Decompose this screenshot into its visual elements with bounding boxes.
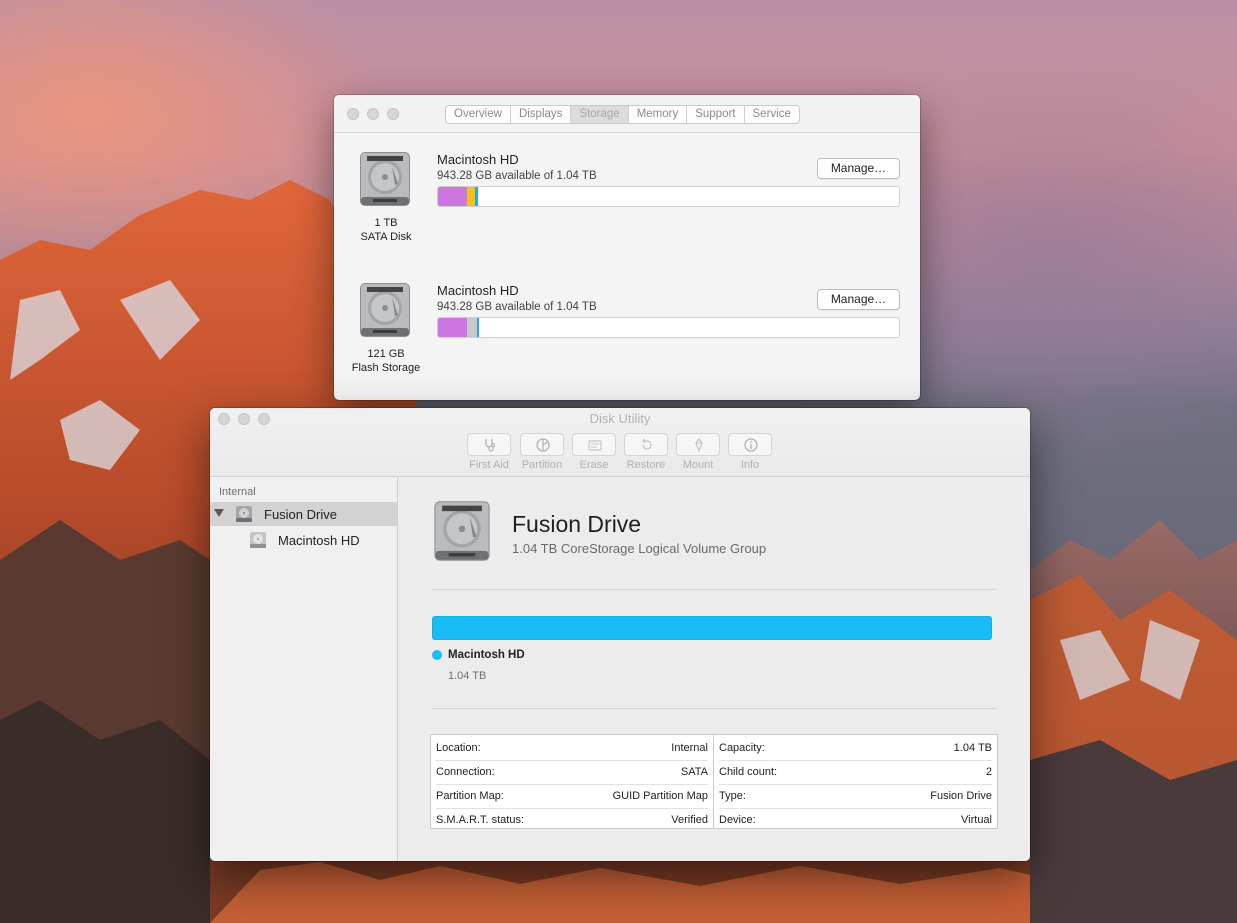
info-value: Fusion Drive bbox=[930, 790, 992, 802]
info-label: Capacity: bbox=[719, 742, 765, 754]
storage-disk-row: 1 TB SATA Disk Macintosh HD 943.28 GB av… bbox=[334, 145, 920, 265]
usage-segment bbox=[467, 187, 475, 206]
minimize-button[interactable] bbox=[367, 108, 379, 120]
restore-icon bbox=[642, 438, 652, 450]
info-value: GUID Partition Map bbox=[612, 790, 708, 802]
info-row-capacity: Capacity: 1.04 TB bbox=[719, 737, 992, 761]
window-title: Disk Utility bbox=[589, 411, 651, 426]
info-row-location: Location: Internal bbox=[436, 737, 708, 761]
volume-available: 943.28 GB available of 1.04 TB bbox=[437, 170, 597, 182]
info-value: Internal bbox=[671, 742, 708, 754]
info-label: Location: bbox=[436, 742, 481, 754]
disclosure-triangle-icon[interactable] bbox=[214, 509, 224, 517]
usage-segment bbox=[467, 318, 478, 337]
disk-type-label: SATA Disk bbox=[360, 231, 412, 243]
sidebar-item-label: Fusion Drive bbox=[264, 507, 337, 522]
info-label: Child count: bbox=[719, 766, 778, 778]
about-this-mac-window: Overview Displays Storage Memory Support… bbox=[334, 95, 920, 400]
info-button[interactable]: Info bbox=[728, 433, 772, 473]
storage-usage-bar bbox=[437, 186, 900, 207]
manage-button[interactable]: Manage… bbox=[817, 158, 900, 179]
storage-disk-row: 121 GB Flash Storage Macintosh HD 943.28… bbox=[334, 276, 920, 396]
zoom-button[interactable] bbox=[387, 108, 399, 120]
info-row-type: Type: Fusion Drive bbox=[719, 785, 992, 809]
tab-service[interactable]: Service bbox=[745, 106, 799, 123]
info-row-smart-status: S.M.A.R.T. status: Verified bbox=[436, 809, 708, 833]
usage-segment bbox=[474, 187, 478, 206]
disk-utility-window: Disk Utility First Aid Partition Erase R… bbox=[210, 408, 1030, 861]
sidebar-section-internal: Internal bbox=[219, 486, 256, 498]
divider bbox=[431, 708, 997, 709]
stethoscope-icon bbox=[485, 439, 495, 452]
tab-memory[interactable]: Memory bbox=[629, 106, 688, 123]
hard-drive-icon bbox=[360, 283, 410, 337]
device-title: Fusion Drive bbox=[512, 511, 642, 537]
info-label: Type: bbox=[719, 790, 746, 802]
divider bbox=[431, 589, 997, 590]
disk-type-label: Flash Storage bbox=[351, 362, 421, 374]
info-column-left: Location: Internal Connection: SATA Part… bbox=[431, 735, 714, 828]
info-value: Verified bbox=[671, 814, 708, 826]
about-titlebar: Overview Displays Storage Memory Support… bbox=[334, 95, 920, 133]
info-value: SATA bbox=[680, 766, 708, 778]
first-aid-button[interactable]: First Aid bbox=[467, 433, 511, 473]
legend-volume-size: 1.04 TB bbox=[448, 670, 487, 682]
info-label: Connection: bbox=[436, 766, 495, 778]
hard-drive-icon bbox=[360, 152, 410, 206]
info-row-connection: Connection: SATA bbox=[436, 761, 708, 785]
info-label: Device: bbox=[719, 814, 756, 826]
info-row-child-count: Child count: 2 bbox=[719, 761, 992, 785]
mount-button[interactable]: Mount bbox=[676, 433, 720, 473]
hard-drive-icon bbox=[236, 506, 252, 522]
erase-button[interactable]: Erase bbox=[572, 433, 616, 473]
legend-color-dot bbox=[432, 650, 442, 660]
info-row-partition-map: Partition Map: GUID Partition Map bbox=[436, 785, 708, 809]
usage-segment bbox=[438, 187, 468, 206]
info-label: Partition Map: bbox=[436, 790, 504, 802]
volume-icon bbox=[250, 532, 266, 548]
tab-support[interactable]: Support bbox=[687, 106, 745, 123]
info-column-right: Capacity: 1.04 TB Child count: 2 Type: F… bbox=[714, 735, 997, 828]
info-table: Location: Internal Connection: SATA Part… bbox=[430, 734, 998, 829]
disk-size-label: 1 TB bbox=[374, 217, 398, 229]
sidebar-item-label: Macintosh HD bbox=[278, 533, 360, 548]
info-label: Info bbox=[740, 459, 760, 471]
usage-segment bbox=[477, 318, 480, 337]
info-icon bbox=[744, 438, 758, 452]
usage-segment bbox=[438, 318, 468, 337]
volume-name: Macintosh HD bbox=[437, 283, 519, 298]
tab-overview[interactable]: Overview bbox=[446, 106, 511, 123]
du-main-pane: Fusion Drive 1.04 TB CoreStorage Logical… bbox=[398, 477, 1030, 861]
about-tab-bar: Overview Displays Storage Memory Support… bbox=[445, 105, 800, 124]
close-button[interactable] bbox=[347, 108, 359, 120]
sidebar-item-macintosh-hd[interactable]: Macintosh HD bbox=[210, 528, 397, 552]
info-value: 2 bbox=[985, 766, 992, 778]
tab-displays[interactable]: Displays bbox=[511, 106, 572, 123]
du-toolbar: Disk Utility First Aid Partition Erase R… bbox=[210, 408, 1030, 477]
partition-pie-icon bbox=[536, 438, 550, 452]
restore-button[interactable]: Restore bbox=[624, 433, 668, 473]
storage-usage-bar bbox=[437, 317, 900, 338]
device-subtitle: 1.04 TB CoreStorage Logical Volume Group bbox=[512, 541, 767, 556]
info-value: 1.04 TB bbox=[953, 742, 992, 754]
hard-drive-icon bbox=[434, 501, 490, 561]
erase-icon bbox=[588, 440, 602, 451]
legend-volume-name: Macintosh HD bbox=[448, 649, 525, 661]
tab-storage[interactable]: Storage bbox=[571, 106, 629, 123]
manage-button[interactable]: Manage… bbox=[817, 289, 900, 310]
info-value: Virtual bbox=[961, 814, 992, 826]
info-row-device: Device: Virtual bbox=[719, 809, 992, 833]
info-label: S.M.A.R.T. status: bbox=[436, 814, 525, 826]
du-sidebar: Internal Fusion Drive Macintosh HD bbox=[210, 477, 398, 861]
capacity-bar bbox=[432, 616, 992, 640]
disk-size-label: 121 GB bbox=[367, 348, 405, 360]
volume-available: 943.28 GB available of 1.04 TB bbox=[437, 301, 597, 313]
sidebar-item-fusion-drive[interactable]: Fusion Drive bbox=[210, 502, 397, 526]
mount-icon bbox=[695, 438, 703, 453]
volume-name: Macintosh HD bbox=[437, 152, 519, 167]
partition-button[interactable]: Partition bbox=[520, 433, 564, 473]
